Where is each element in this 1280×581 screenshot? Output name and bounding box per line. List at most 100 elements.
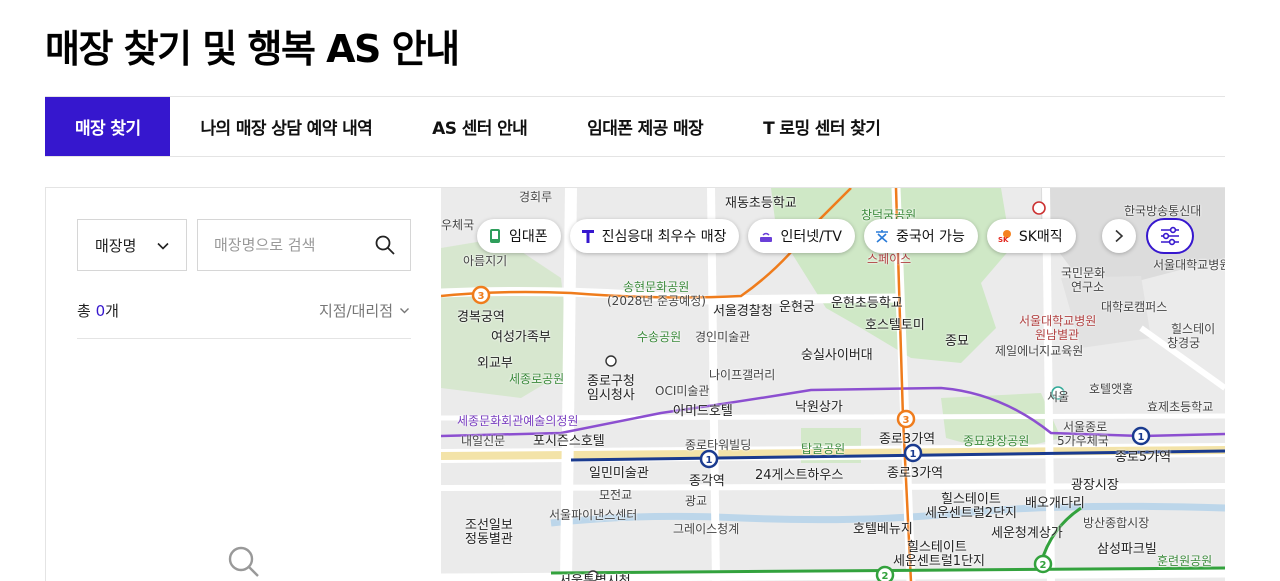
chevron-right-icon (1115, 229, 1124, 243)
map-label: 광교 (685, 494, 708, 508)
map-label: 포시즌스호텔 (533, 434, 605, 449)
store-type-filter-label: 지점/대리점 (318, 302, 393, 320)
chip-sk-magic[interactable]: SK SK매직 (986, 219, 1076, 253)
map-label: 탑골공원 (801, 442, 846, 456)
map-label: (2028년 준공예정) (607, 294, 706, 308)
empty-search-icon (228, 546, 259, 577)
map-label: 숭실사이버대 (801, 348, 873, 363)
search-box (197, 219, 411, 271)
tab-my-reservations[interactable]: 나의 매장 상담 예약 내역 (170, 97, 402, 156)
map-filter-button[interactable] (1146, 218, 1194, 254)
map-label: 우체국 (441, 218, 475, 232)
tab-rental-phone-stores[interactable]: 임대폰 제공 매장 (557, 97, 733, 156)
chip-label: SK매직 (1018, 229, 1063, 245)
chip-rental-phone[interactable]: 임대폰 (477, 219, 561, 253)
map-filter-chips: 임대폰 진심응대 최우수 매장 인터넷/TV 중국어 가능 SK SK매직 (477, 219, 1076, 253)
map-label: 나이프갤러리 (709, 368, 776, 382)
map-label: 그레이스청계 (673, 522, 740, 536)
map-label: 아름지기 (463, 254, 508, 268)
map-label: 아미드호텔 (673, 404, 733, 419)
map-label: 운현초등학교 (831, 296, 903, 311)
svg-text:1: 1 (910, 449, 917, 460)
map-label: 경회루 (519, 190, 553, 204)
map-label: 종묘 (945, 334, 969, 349)
map-label: 외교부 (477, 356, 513, 371)
map-label: 제일에너지교육원 (995, 344, 1084, 358)
map-label: 재동초등학교 (725, 196, 797, 211)
svg-text:1: 1 (1138, 432, 1145, 443)
map-label: 호텔앳홈 (1089, 382, 1134, 396)
chip-best-service[interactable]: 진심응대 최우수 매장 (569, 219, 740, 253)
map-label: 대학로캠퍼스 (1101, 300, 1168, 314)
store-map[interactable]: 3 3 1 1 1 2 2 경회루 재동초등학교 창덕궁공원 한국방송통신대 우… (441, 187, 1225, 581)
map-label: 여성가족부 (491, 330, 551, 345)
map-label: 삼성파크빌 (1097, 542, 1157, 557)
map-label: 세운센트럴2단지 (925, 506, 1017, 521)
tab-store-search[interactable]: 매장 찾기 (45, 97, 171, 156)
map-label: 호텔베뉴지 (853, 522, 913, 537)
map-label: 세운청계상가 (991, 526, 1063, 541)
map-label: 5가우체국 (1057, 434, 1109, 448)
map-label: 종로3가역 (879, 432, 936, 447)
map-label: 모전교 (599, 488, 633, 502)
chip-label: 인터넷/TV (780, 229, 842, 245)
chip-label: 임대폰 (509, 229, 548, 245)
map-label: 효제초등학교 (1147, 400, 1214, 414)
chip-chinese[interactable]: 중국어 가능 (863, 219, 978, 253)
search-input[interactable] (198, 220, 368, 270)
map-label: 종로타워빌딩 (685, 438, 752, 452)
store-type-filter[interactable]: 지점/대리점 (319, 300, 410, 321)
map-label: 창경궁 (1167, 336, 1201, 350)
map-label: 내일신문 (461, 434, 506, 448)
map-label: 종로3가역 (887, 466, 944, 481)
map-label: 정동별관 (465, 532, 513, 547)
map-label: 한국방송통신대 (1124, 204, 1202, 218)
svg-text:2: 2 (1040, 560, 1047, 571)
map-label: 종로5가역 (1115, 450, 1172, 465)
search-panel: 매장명 총 0개 지점/대리점 (45, 187, 441, 581)
map-label: 세종문화회관예술의정원 (457, 414, 579, 428)
svg-text:SK: SK (998, 236, 1009, 244)
map-label: 광장시장 (1071, 478, 1119, 493)
svg-text:2: 2 (882, 571, 889, 581)
t-logo-icon (581, 230, 594, 243)
result-count: 총 0개 (77, 302, 119, 320)
result-count-number: 0 (95, 302, 106, 320)
map-label: 경인미술관 (695, 330, 751, 344)
map-label: 수송공원 (637, 330, 682, 344)
map-label: 훈련원공원 (1157, 554, 1213, 568)
chip-internet-tv[interactable]: 인터넷/TV (748, 219, 855, 253)
chevron-down-icon (157, 242, 169, 250)
map-label: 낙원상가 (795, 400, 843, 415)
map-label: 서울 (1047, 390, 1070, 404)
map-label: 서울특별시청 (559, 570, 631, 581)
tab-bar: 매장 찾기 나의 매장 상담 예약 내역 AS 센터 안내 임대폰 제공 매장 … (45, 96, 1225, 157)
map-label: 서울파이낸스센터 (549, 508, 638, 522)
sk-logo-icon: SK (998, 230, 1011, 244)
store-finder-page: 매장 찾기 및 행복 AS 안내 매장 찾기 나의 매장 상담 예약 내역 AS… (0, 0, 1280, 581)
phone-icon (490, 229, 500, 243)
map-label: 세종로공원 (509, 372, 565, 386)
tab-as-center[interactable]: AS 센터 안내 (402, 97, 557, 156)
chip-label: 진심응대 최우수 매장 (601, 229, 727, 245)
search-type-select[interactable]: 매장명 (77, 219, 187, 271)
divider (77, 338, 411, 339)
map-label: 원남별관 (1035, 328, 1080, 342)
chevron-down-icon (400, 308, 409, 314)
page-title: 매장 찾기 및 행복 AS 안내 (45, 27, 460, 71)
map-label: 운현궁 (779, 300, 815, 315)
router-icon (760, 232, 773, 242)
svg-text:3: 3 (903, 415, 910, 426)
map-label: 임시청사 (587, 388, 635, 403)
map-label: 배오개다리 (1025, 496, 1085, 511)
chips-next-button[interactable] (1102, 219, 1136, 253)
search-icon[interactable] (374, 234, 396, 256)
chip-label: 중국어 가능 (895, 229, 965, 245)
chinese-char-icon (875, 230, 888, 243)
map-label: 세운센트럴1단지 (893, 554, 985, 569)
map-label: 방산종합시장 (1083, 516, 1150, 530)
svg-text:1: 1 (706, 455, 713, 466)
search-type-value: 매장명 (95, 236, 137, 255)
svg-text:3: 3 (478, 291, 485, 302)
tab-roaming-center[interactable]: T 로밍 센터 찾기 (733, 97, 910, 156)
